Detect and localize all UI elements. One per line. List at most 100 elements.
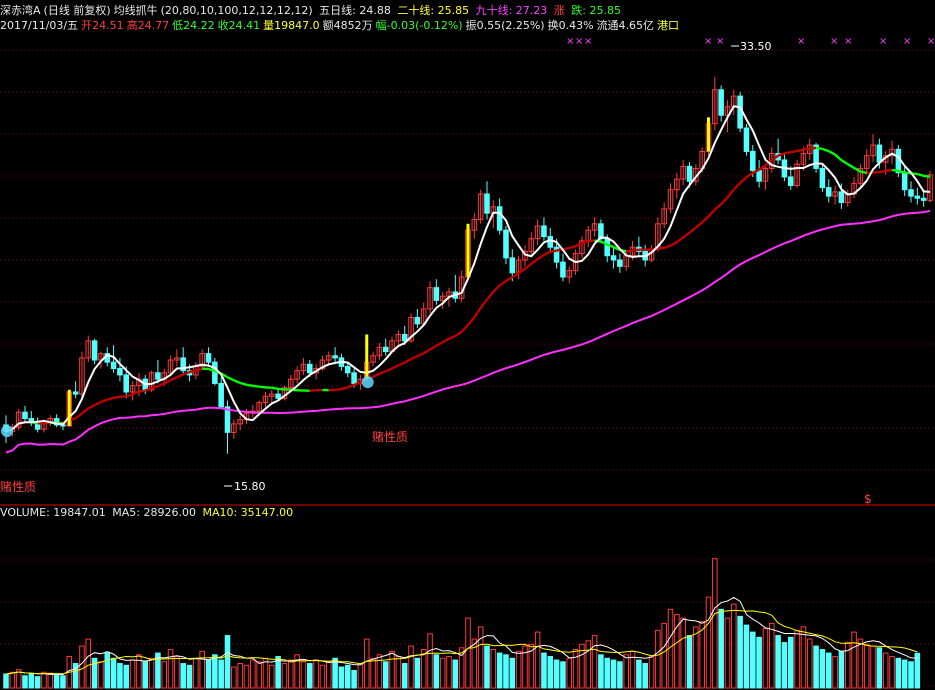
- ma20-segment: [391, 364, 399, 370]
- ma20-segment: [669, 241, 678, 247]
- volume-bar: [199, 650, 205, 689]
- volume-bar: [750, 631, 756, 689]
- candle-body: [344, 365, 351, 374]
- volume-bar: [731, 603, 737, 689]
- low-price-label: 15.80: [234, 480, 266, 493]
- volume-bar: [484, 645, 490, 689]
- volume-bar: [174, 656, 180, 689]
- ma20-segment: [550, 249, 557, 253]
- volume-bar: [604, 657, 611, 689]
- volume-bar: [269, 664, 275, 689]
- candle-body: [332, 355, 338, 359]
- ma20-segment: [195, 367, 203, 372]
- volume-bars: [3, 558, 921, 689]
- candle-body: [117, 368, 123, 376]
- volume-bar: [914, 652, 921, 689]
- candle-body: [686, 165, 693, 182]
- ma20-segment: [796, 148, 804, 153]
- high-price-label: 33.50: [740, 40, 772, 53]
- volume-bar: [794, 629, 800, 689]
- volume-bar: [446, 656, 452, 689]
- dollar-marker: $: [864, 492, 872, 506]
- ma20-segment: [745, 171, 754, 179]
- x-marker: ×: [903, 36, 911, 47]
- volume-bar: [433, 654, 440, 689]
- volume-bar: [351, 670, 357, 689]
- signal-label-1: 赌性质: [0, 480, 36, 494]
- ma20-segment: [492, 284, 501, 293]
- candle-body: [351, 372, 357, 384]
- volume-bar: [60, 675, 66, 689]
- ma20-segment: [486, 291, 495, 301]
- ma20-segment: [498, 280, 507, 287]
- x-marker: ×: [584, 36, 592, 47]
- volume-bar: [718, 608, 724, 689]
- x-marker: ×: [844, 36, 852, 47]
- volume-bar: [3, 673, 9, 689]
- ma20-segment: [239, 381, 247, 386]
- ma20-segment: [701, 215, 710, 224]
- volume-bar: [838, 650, 845, 689]
- ma20-segment: [732, 182, 742, 191]
- ma20-segment: [416, 352, 425, 358]
- volume-bar: [737, 615, 743, 689]
- volume-bar: [699, 621, 705, 689]
- volume-bar: [22, 675, 28, 689]
- candle-body: [218, 382, 224, 408]
- candle-body: [617, 259, 623, 267]
- volume-bar: [319, 664, 326, 689]
- candle-body: [123, 374, 130, 393]
- volume-bar: [332, 657, 338, 689]
- volume-bar: [800, 626, 807, 689]
- ma20-segment: [739, 176, 748, 184]
- volume-bar: [395, 656, 402, 689]
- ma20-segment: [626, 249, 633, 253]
- ma20-segment: [442, 337, 450, 344]
- ma20-segment: [828, 150, 836, 156]
- volume-bar: [129, 659, 136, 689]
- volume-bar: [193, 657, 199, 689]
- ma20-segment: [448, 334, 456, 340]
- volume-bar: [857, 638, 864, 689]
- volume-bar: [231, 666, 237, 689]
- x-marker: ×: [566, 36, 574, 47]
- ma20-segment: [923, 174, 931, 179]
- kline-chart[interactable]: × × × × × × × × × × × 33.50 15.80 赌性质 赌性质 $: [0, 0, 935, 690]
- volume-bar: [85, 638, 92, 689]
- signal-dot: [1, 425, 13, 438]
- volume-bar: [882, 652, 889, 689]
- ma20-segment: [885, 168, 893, 173]
- ma20-segment: [790, 149, 798, 154]
- ma20-segment: [784, 150, 791, 155]
- volume-bar: [572, 649, 579, 689]
- ma20-segment: [125, 393, 133, 398]
- volume-bar: [560, 661, 566, 689]
- volume-bar: [136, 654, 142, 689]
- volume-bar: [623, 654, 629, 689]
- candle-body: [895, 148, 902, 174]
- ma20-segment: [714, 203, 722, 211]
- ma20-segment: [372, 372, 380, 379]
- volume-bar: [617, 661, 623, 689]
- x-marker: ×: [927, 36, 935, 47]
- volume-bar: [452, 659, 459, 689]
- candle-body: [610, 255, 617, 261]
- ma20-segment: [663, 244, 671, 250]
- volume-bar: [41, 671, 47, 689]
- ma20-segment: [879, 169, 886, 174]
- candle-body: [307, 363, 313, 374]
- ma20-segment: [157, 382, 165, 388]
- ma20-segment: [860, 170, 867, 175]
- volume-bar: [781, 642, 788, 689]
- ma20-segment: [917, 172, 925, 177]
- candle-body: [914, 195, 921, 199]
- grid-lines: [0, 49, 935, 687]
- volume-bar: [250, 659, 256, 689]
- ma20-segment: [163, 379, 172, 385]
- ma20-segment: [189, 369, 197, 374]
- candle-body: [908, 189, 914, 197]
- ma20-segment: [87, 404, 96, 410]
- volume-bar: [648, 656, 655, 689]
- volume-bar: [591, 635, 598, 689]
- ma20-segment: [568, 245, 576, 250]
